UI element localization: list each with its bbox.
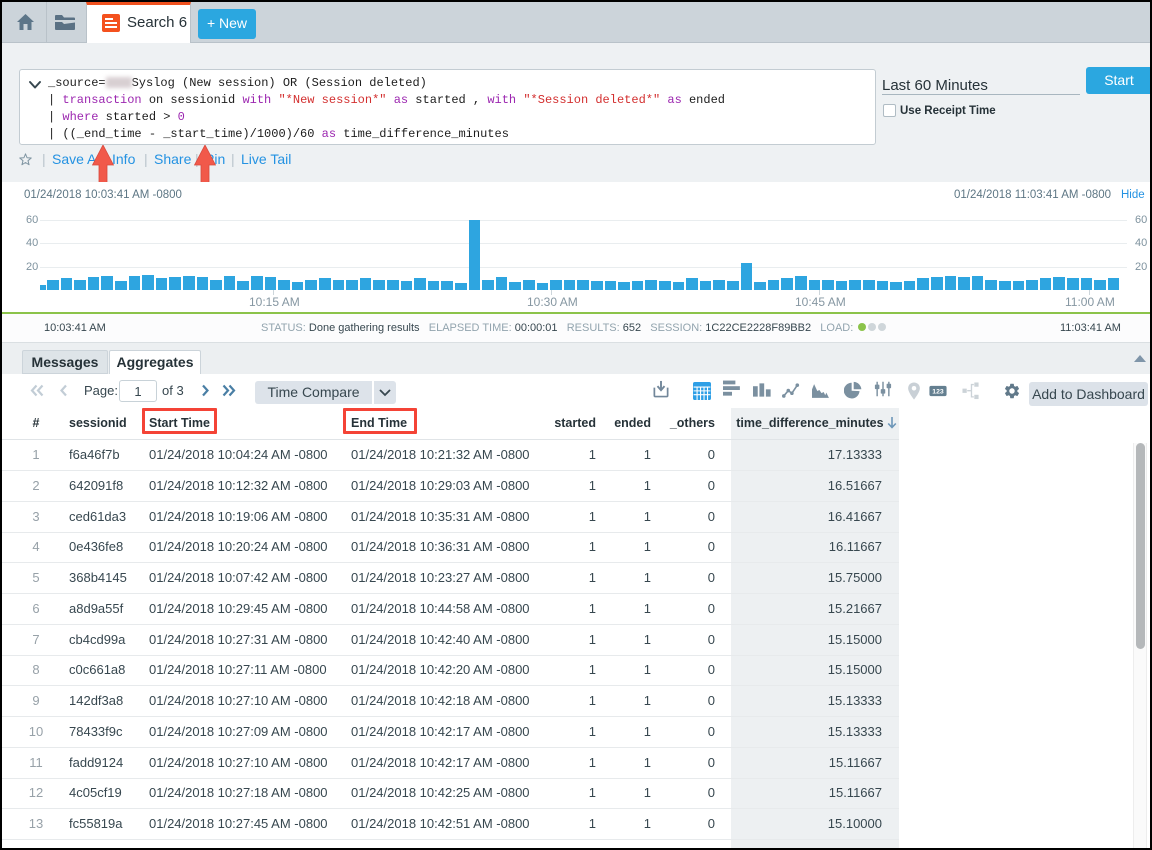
- svg-text:123: 123: [932, 389, 944, 396]
